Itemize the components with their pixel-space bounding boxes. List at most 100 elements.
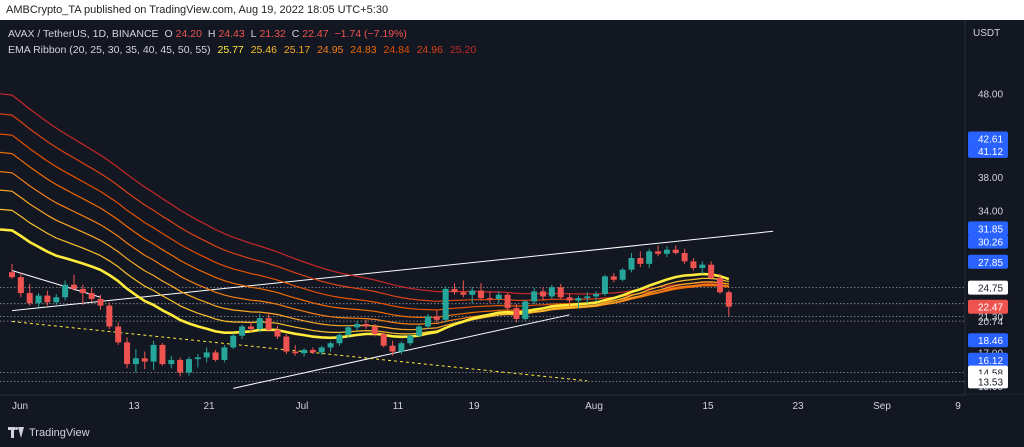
candle-body[interactable] <box>557 287 564 298</box>
candle-body[interactable] <box>504 294 511 309</box>
dashed-trendline[interactable] <box>11 320 588 382</box>
y-tick-label: 34.00 <box>978 206 1003 217</box>
candle-body[interactable] <box>478 290 485 299</box>
candle-body[interactable] <box>26 293 33 304</box>
candle-body[interactable] <box>256 318 263 330</box>
candle-body[interactable] <box>274 329 281 337</box>
candle-body[interactable] <box>247 326 254 330</box>
candle-body[interactable] <box>717 278 723 293</box>
ema-ribbon-line[interactable] <box>0 93 729 295</box>
candle-body[interactable] <box>398 343 405 352</box>
candle-body[interactable] <box>106 305 113 327</box>
tradingview-brand[interactable]: TradingView <box>8 427 90 439</box>
candle-body[interactable] <box>301 349 308 354</box>
x-tick-label: 15 <box>702 401 714 412</box>
candle-body[interactable] <box>203 352 210 358</box>
candle-body[interactable] <box>451 288 458 293</box>
candle-body[interactable] <box>708 264 715 279</box>
candle-body[interactable] <box>150 344 157 362</box>
ema-value-50: 24.96 <box>416 44 443 56</box>
currency-label[interactable]: USDT <box>973 28 1000 39</box>
candle-body[interactable] <box>513 308 520 319</box>
candle-body[interactable] <box>79 288 86 294</box>
candle-body[interactable] <box>283 336 290 352</box>
candle-body[interactable] <box>115 326 122 343</box>
candle-body[interactable] <box>416 326 423 336</box>
candle-body[interactable] <box>672 249 679 253</box>
candle-body[interactable] <box>655 251 662 254</box>
candle-body[interactable] <box>681 252 688 262</box>
candle-body[interactable] <box>345 327 352 335</box>
symbol-name[interactable]: AVAX / TetherUS, 1D, BINANCE <box>8 28 159 40</box>
candle-body[interactable] <box>62 284 69 298</box>
candle-body[interactable] <box>424 316 431 327</box>
candle-body[interactable] <box>531 291 538 302</box>
candle-body[interactable] <box>44 295 51 303</box>
candle-body[interactable] <box>70 284 77 289</box>
candle-body[interactable] <box>141 358 148 362</box>
candle-body[interactable] <box>265 318 272 330</box>
trendline[interactable] <box>11 270 101 298</box>
candle-body[interactable] <box>230 335 237 348</box>
candle-body[interactable] <box>194 357 201 360</box>
y-tick-label: 48.00 <box>978 89 1003 100</box>
candle-body[interactable] <box>354 324 361 328</box>
candle-body[interactable] <box>97 298 104 306</box>
candle-body[interactable] <box>363 324 369 327</box>
open-label: O <box>164 28 173 40</box>
candle-body[interactable] <box>460 292 467 295</box>
candle-body[interactable] <box>221 347 228 360</box>
candle-body[interactable] <box>124 342 131 365</box>
candle-body[interactable] <box>309 349 316 353</box>
candle-body[interactable] <box>593 293 600 297</box>
x-tick-label: 19 <box>468 401 480 412</box>
candle-body[interactable] <box>522 301 529 319</box>
candle-body[interactable] <box>371 326 378 335</box>
candle-body[interactable] <box>566 297 573 301</box>
candle-body[interactable] <box>433 316 440 320</box>
candle-body[interactable] <box>699 264 706 269</box>
candle-body[interactable] <box>292 351 299 354</box>
candle-body[interactable] <box>9 272 15 278</box>
candle-body[interactable] <box>584 296 591 299</box>
candle-body[interactable] <box>407 335 414 344</box>
candle-body[interactable] <box>380 334 387 346</box>
ema-title[interactable]: EMA Ribbon (20, 25, 30, 35, 40, 45, 50, … <box>8 44 211 56</box>
symbol-legend[interactable]: AVAX / TetherUS, 1D, BINANCE O 24.20 H 24.… <box>8 28 410 40</box>
candle-body[interactable] <box>690 261 697 269</box>
candle-body[interactable] <box>575 298 582 301</box>
candle-body[interactable] <box>442 288 449 320</box>
candle-body[interactable] <box>186 359 192 373</box>
candle-body[interactable] <box>495 294 502 299</box>
candle-body[interactable] <box>389 345 396 352</box>
candle-body[interactable] <box>53 297 60 303</box>
candle-body[interactable] <box>601 276 608 294</box>
candle-body[interactable] <box>35 295 42 304</box>
candle-body[interactable] <box>132 358 139 365</box>
candle-body[interactable] <box>646 251 653 264</box>
candle-body[interactable] <box>540 291 546 297</box>
candle-body[interactable] <box>177 359 184 373</box>
ema-legend[interactable]: EMA Ribbon (20, 25, 30, 35, 40, 45, 50, … <box>8 44 480 56</box>
candle-body[interactable] <box>168 359 175 365</box>
candle-body[interactable] <box>239 326 246 336</box>
candle-body[interactable] <box>17 277 24 294</box>
candle-body[interactable] <box>469 290 476 295</box>
candle-body[interactable] <box>336 334 343 344</box>
candle-body[interactable] <box>637 258 644 264</box>
ema-ribbon-line[interactable] <box>0 113 729 302</box>
candle-body[interactable] <box>725 292 732 307</box>
price-label: 20.74 <box>978 317 1003 328</box>
candle-body[interactable] <box>628 258 635 270</box>
candle-body[interactable] <box>159 344 166 365</box>
candle-body[interactable] <box>486 298 493 300</box>
chart-canvas[interactable]: 48.0038.0034.0017.0015.0013.0042.6141.12… <box>0 0 1024 447</box>
candle-body[interactable] <box>663 249 670 254</box>
candle-body[interactable] <box>548 287 555 297</box>
candle-body[interactable] <box>619 269 626 280</box>
candle-body[interactable] <box>212 352 219 360</box>
candle-body[interactable] <box>327 343 334 348</box>
candle-body[interactable] <box>610 276 617 280</box>
candle-body[interactable] <box>318 347 325 353</box>
candle-body[interactable] <box>88 293 95 299</box>
